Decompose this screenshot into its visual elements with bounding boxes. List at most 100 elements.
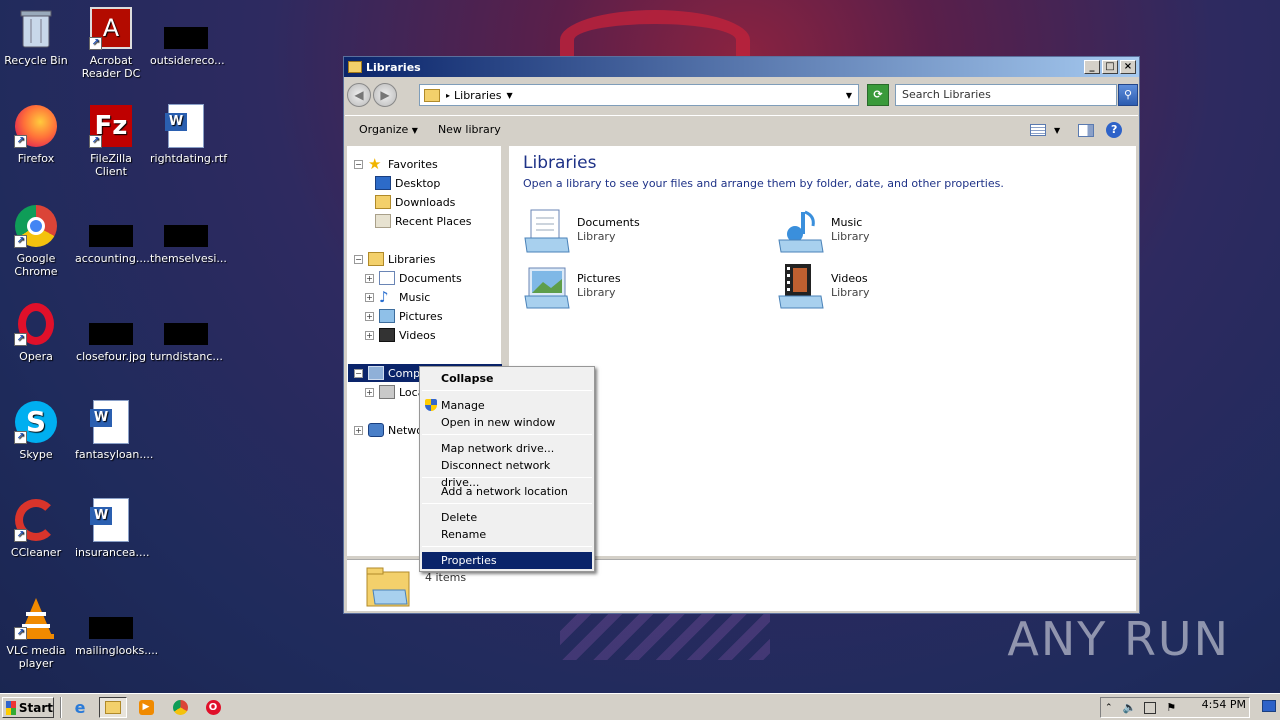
new-library-button[interactable]: New library bbox=[438, 123, 501, 136]
videos-library-icon bbox=[777, 264, 825, 310]
minimize-button[interactable]: _ bbox=[1084, 60, 1100, 74]
file-thumbnail bbox=[89, 204, 133, 248]
context-menu: Collapse Manage Open in new window Map n… bbox=[419, 366, 595, 572]
tree-item-videos[interactable]: + Videos bbox=[365, 326, 436, 344]
library-videos[interactable]: Videos Library bbox=[777, 264, 869, 310]
help-icon[interactable]: ? bbox=[1106, 122, 1123, 138]
address-dropdown-icon[interactable]: ▼ bbox=[846, 91, 852, 100]
menu-separator bbox=[422, 477, 592, 478]
breadcrumb-libraries[interactable]: Libraries bbox=[454, 89, 502, 102]
chrome-icon: ↗ bbox=[14, 204, 58, 248]
tray-expand-icon[interactable]: ⌃ bbox=[1105, 703, 1113, 713]
library-pictures[interactable]: Pictures Library bbox=[523, 264, 621, 310]
expand-icon[interactable]: + bbox=[365, 387, 374, 397]
expand-icon[interactable]: + bbox=[365, 330, 374, 340]
file-thumbnail bbox=[89, 596, 133, 640]
view-dropdown-icon[interactable]: ▼ bbox=[1054, 126, 1060, 135]
chevron-down-icon[interactable]: ▼ bbox=[507, 91, 513, 100]
recent-places-icon bbox=[375, 214, 391, 228]
menu-item-rename[interactable]: Rename bbox=[422, 526, 592, 543]
menu-item-delete[interactable]: Delete bbox=[422, 509, 592, 526]
word-doc-icon: W bbox=[89, 400, 133, 444]
taskbar-media-player-icon[interactable]: ▶ bbox=[132, 697, 160, 718]
taskbar-ie-icon[interactable]: e bbox=[66, 697, 94, 718]
network-icon bbox=[368, 423, 384, 437]
tree-item-local-disk[interactable]: + Loca bbox=[365, 383, 424, 401]
window-titlebar[interactable]: Libraries _ □ × bbox=[344, 57, 1139, 77]
tree-item-downloads[interactable]: Downloads bbox=[375, 193, 455, 211]
desktop-icon-firefox[interactable]: ↗ Firefox bbox=[0, 104, 72, 165]
forward-button[interactable]: ▶ bbox=[373, 83, 397, 107]
maximize-button[interactable]: □ bbox=[1102, 60, 1118, 74]
show-desktop-icon[interactable] bbox=[1262, 700, 1276, 712]
change-view-icon[interactable] bbox=[1030, 124, 1046, 136]
library-documents[interactable]: Documents Library bbox=[523, 208, 640, 254]
close-button[interactable]: × bbox=[1120, 60, 1136, 74]
desktop-icon-doc[interactable]: W fantasyloan.... bbox=[75, 400, 153, 461]
desktop-icon-doc[interactable]: W rightdating.rtf bbox=[150, 104, 227, 165]
tree-item-network[interactable]: + Netwo bbox=[354, 421, 423, 439]
desktop-icon-skype[interactable]: S ↗ Skype bbox=[0, 400, 72, 461]
ccleaner-icon: ↗ bbox=[14, 498, 58, 542]
collapse-icon[interactable]: − bbox=[354, 254, 363, 264]
desktop-icon-acrobat[interactable]: A ↗ Acrobat Reader DC bbox=[75, 6, 147, 80]
expand-icon[interactable]: + bbox=[365, 292, 374, 302]
tree-item-recent-places[interactable]: Recent Places bbox=[375, 212, 472, 230]
desktop-icon-file[interactable]: mailinglooks.... bbox=[75, 596, 158, 657]
menu-item-collapse[interactable]: Collapse bbox=[422, 370, 592, 387]
tree-item-libraries[interactable]: − Libraries bbox=[354, 250, 436, 268]
search-button[interactable]: ⚲ bbox=[1118, 84, 1138, 106]
preview-pane-icon[interactable] bbox=[1078, 123, 1095, 137]
desktop-icon-ccleaner[interactable]: ↗ CCleaner bbox=[0, 498, 72, 559]
menu-item-add-network-location[interactable]: Add a network location bbox=[422, 483, 592, 500]
back-button[interactable]: ◀ bbox=[347, 83, 371, 107]
library-music[interactable]: Music Library bbox=[777, 208, 869, 254]
menu-item-open-new-window[interactable]: Open in new window bbox=[422, 414, 592, 431]
desktop-icon-filezilla[interactable]: Fz ↗ FileZilla Client bbox=[75, 104, 147, 178]
menu-item-map-network-drive[interactable]: Map network drive... bbox=[422, 440, 592, 457]
expand-icon[interactable]: + bbox=[354, 425, 363, 435]
menu-separator bbox=[422, 390, 592, 391]
desktop-icon-opera[interactable]: ↗ Opera bbox=[0, 302, 72, 363]
search-input[interactable]: Search Libraries bbox=[895, 84, 1117, 106]
tree-item-favorites[interactable]: − ★ Favorites bbox=[354, 155, 438, 173]
expand-icon[interactable]: + bbox=[365, 311, 374, 321]
start-button[interactable]: Start bbox=[2, 697, 54, 718]
taskbar-explorer-icon[interactable] bbox=[99, 697, 127, 718]
tree-item-desktop[interactable]: Desktop bbox=[375, 174, 440, 192]
organize-button[interactable]: Organize ▼ bbox=[359, 123, 418, 136]
taskbar: Start e ▶ O ⌃ 🔈 ⚑ 4:54 PM bbox=[0, 693, 1280, 720]
menu-item-properties[interactable]: Properties bbox=[422, 552, 592, 569]
tree-item-documents[interactable]: + Documents bbox=[365, 269, 462, 287]
desktop-icon-file[interactable]: turndistanc... bbox=[150, 302, 223, 363]
file-thumbnail bbox=[164, 204, 208, 248]
taskbar-chrome-icon[interactable] bbox=[166, 697, 194, 718]
acrobat-icon: A ↗ bbox=[89, 6, 133, 50]
desktop-icon-file[interactable]: themselvesi... bbox=[150, 204, 227, 265]
desktop-icon-recycle-bin[interactable]: Recycle Bin bbox=[0, 6, 72, 67]
taskbar-opera-icon[interactable]: O bbox=[199, 697, 227, 718]
expand-icon[interactable]: + bbox=[365, 273, 374, 283]
desktop-icon-file[interactable]: accounting.... bbox=[75, 204, 150, 265]
clock[interactable]: 4:54 PM bbox=[1202, 698, 1246, 711]
desktop-icon-vlc[interactable]: ↗ VLC media player bbox=[0, 596, 72, 670]
desktop-icon-chrome[interactable]: ↗ Google Chrome bbox=[0, 204, 72, 278]
network-tray-icon[interactable] bbox=[1144, 701, 1157, 714]
desktop-icon-file[interactable]: closefour.jpg bbox=[75, 302, 147, 363]
pictures-library-icon bbox=[523, 264, 571, 310]
action-center-flag-icon[interactable]: ⚑ bbox=[1166, 701, 1176, 714]
volume-icon[interactable]: 🔈 bbox=[1123, 701, 1137, 714]
desktop-icon-doc[interactable]: W insurancea.... bbox=[75, 498, 150, 559]
item-count: 4 items bbox=[425, 571, 467, 584]
menu-item-disconnect-network-drive[interactable]: Disconnect network drive... bbox=[422, 457, 592, 489]
menu-item-manage[interactable]: Manage bbox=[422, 397, 592, 414]
refresh-button[interactable]: ⟳ bbox=[867, 84, 889, 106]
address-bar[interactable]: ▸ Libraries ▼ ▼ bbox=[419, 84, 859, 106]
tree-item-music[interactable]: + ♪ Music bbox=[365, 288, 430, 306]
tree-item-pictures[interactable]: + Pictures bbox=[365, 307, 443, 325]
desktop-icon-file[interactable]: outsidereco... bbox=[150, 6, 225, 67]
collapse-icon[interactable]: − bbox=[354, 368, 363, 378]
opera-icon: ↗ bbox=[14, 302, 58, 346]
collapse-icon[interactable]: − bbox=[354, 159, 363, 169]
taskbar-divider bbox=[60, 697, 62, 718]
